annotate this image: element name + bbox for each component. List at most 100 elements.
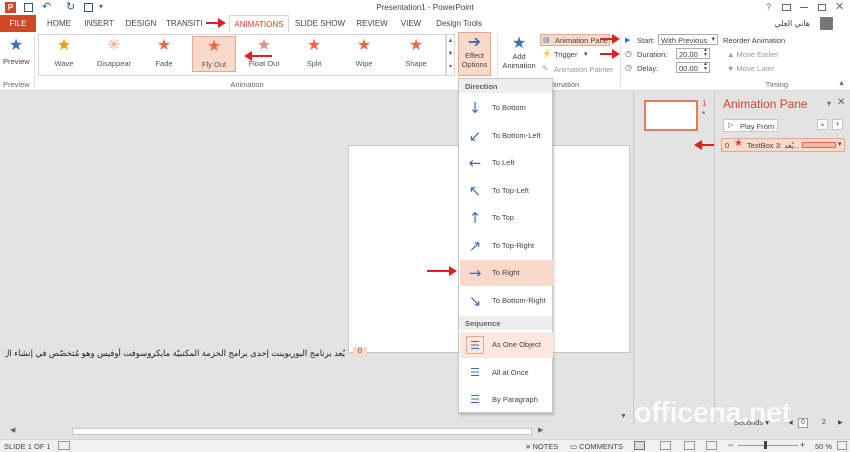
pane-options-icon[interactable]: ▾ — [827, 99, 831, 108]
annotation-arrow — [206, 18, 226, 28]
notes-button[interactable]: ≡ NOTES — [526, 442, 558, 451]
animation-list-item[interactable]: 0 ★ TextBox 3: يُعد... ▾ — [721, 138, 845, 152]
effect-wipe[interactable]: ★ Wipe — [342, 36, 386, 72]
add-animation-star-icon: ★ — [511, 33, 527, 52]
duration-label: Duration: — [637, 50, 668, 59]
slide-show-icon[interactable] — [706, 441, 717, 450]
help-icon[interactable]: ? — [766, 2, 771, 12]
user-name[interactable]: هاني العلي — [770, 15, 810, 32]
sequence-all-at-once[interactable]: ☰ All at Once — [460, 360, 553, 386]
effect-fade[interactable]: ★ Fade — [142, 36, 186, 72]
direction-to-top[interactable]: ↑ To Top — [460, 205, 553, 231]
reading-view-icon[interactable] — [684, 441, 695, 450]
slide-count: SLIDE 1 OF 1 — [4, 442, 51, 451]
zoom-in-icon[interactable]: + — [800, 440, 805, 450]
direction-to-top-right[interactable]: ↗ To Top-Right — [460, 233, 553, 259]
duration-stepper[interactable]: 20.00 ▲ ▼ — [676, 48, 710, 59]
comments-button[interactable]: ▭ COMMENTS — [570, 442, 623, 451]
play-from-button[interactable]: ▷ Play From — [723, 119, 778, 132]
tab-slide-show[interactable]: SLIDE SHOW — [294, 15, 346, 32]
direction-to-right[interactable]: → To Right — [460, 260, 553, 286]
ribbon-display-icon[interactable] — [782, 4, 791, 11]
direction-to-bottom[interactable]: ↓ To Bottom — [460, 95, 553, 121]
status-bar: SLIDE 1 OF 1 ≡ NOTES ▭ COMMENTS − + 50 % — [0, 439, 850, 452]
zoom-slider[interactable] — [738, 445, 798, 446]
delay-label: Delay: — [637, 64, 659, 73]
direction-to-top-left[interactable]: ↖ To Top-Left — [460, 178, 553, 204]
item-dropdown-icon[interactable]: ▾ — [838, 140, 842, 148]
effect-wave[interactable]: ★ Wave — [42, 36, 86, 72]
close-icon[interactable]: ✕ — [835, 0, 844, 13]
fit-slide-icon[interactable] — [837, 441, 847, 450]
annotation-arrow — [600, 34, 620, 44]
direction-to-left[interactable]: ← To Left — [460, 150, 553, 176]
delay-clock-icon: ◷ — [625, 63, 632, 72]
direction-label: To Bottom — [492, 103, 526, 112]
effect-disappear[interactable]: ✳ Disappear — [92, 36, 136, 72]
move-up-button[interactable]: ▲ — [817, 119, 828, 130]
tab-review[interactable]: REVIEW — [354, 15, 390, 32]
normal-view-icon[interactable] — [634, 441, 645, 450]
slide-thumbnail[interactable] — [644, 100, 698, 131]
effect-star-icon: ★ — [356, 37, 372, 54]
animation-pane-button[interactable]: ▤ Animation Pane — [540, 34, 610, 46]
horizontal-scrollbar[interactable]: ◀ ▶ — [10, 427, 546, 436]
restore-icon[interactable] — [818, 4, 826, 11]
effect-options-button[interactable]: ➔ Effect Options — [458, 32, 491, 76]
minimize-icon[interactable] — [800, 7, 808, 8]
effect-split[interactable]: ★ Split — [292, 36, 336, 72]
zoom-out-icon[interactable]: − — [728, 440, 733, 450]
effect-shape[interactable]: ★ Shape — [394, 36, 438, 72]
tab-insert[interactable]: INSERT — [80, 15, 118, 32]
tab-animations[interactable]: ANIMATIONS — [229, 15, 289, 32]
direction-arrow-icon: → — [468, 264, 482, 282]
animation-order-number: 0 — [725, 141, 730, 150]
start-select[interactable]: With Previous ▾ — [658, 34, 718, 45]
spell-check-icon[interactable] — [58, 441, 70, 450]
effect-float-out[interactable]: ★ Float Out — [242, 36, 286, 72]
zoom-level[interactable]: 50 % — [815, 442, 832, 451]
effect-label: Wipe — [355, 59, 373, 68]
tab-view[interactable]: VIEW — [396, 15, 426, 32]
zoom-slider-thumb[interactable] — [764, 441, 767, 449]
timeline-scroll-right-icon[interactable]: ▶ — [838, 419, 843, 426]
tab-file[interactable]: FILE — [0, 15, 36, 32]
stepper-arrows-icon[interactable]: ▲ ▼ — [703, 62, 708, 72]
sequence-by-paragraph[interactable]: ☰ By Paragraph — [460, 387, 553, 413]
group-divider — [34, 34, 35, 87]
trigger-button[interactable]: ⚡ Trigger ▾ — [542, 49, 602, 61]
move-earlier-button[interactable]: ▲ Move Earlier — [727, 50, 779, 59]
add-animation-button[interactable]: ★ Add Animation — [500, 34, 538, 78]
effect-label: Fade — [155, 59, 173, 68]
direction-to-bottom-right[interactable]: ↘ To Bottom-Right — [460, 288, 553, 314]
scroll-thumb[interactable] — [72, 428, 532, 435]
annotation-arrow — [694, 140, 714, 150]
add-animation-label-1: Add — [512, 52, 526, 61]
avatar[interactable] — [820, 17, 833, 30]
sequence-as-one-object[interactable]: ☰ As One Object — [460, 332, 553, 358]
preview-button[interactable]: ★ Preview — [3, 36, 30, 76]
move-later-button[interactable]: ▼ Move Later — [727, 64, 774, 73]
delay-value: 00.00 — [679, 64, 698, 73]
timeline-tick-0: 0 — [798, 418, 808, 428]
move-down-button[interactable]: ▼ — [832, 119, 843, 130]
direction-arrow-icon: ↓ — [468, 99, 482, 117]
stepper-arrows-icon[interactable]: ▲ ▼ — [703, 48, 708, 58]
scroll-left-icon[interactable]: ◀ — [10, 426, 15, 434]
gallery-scroll[interactable]: ▲ ▼ ▾ — [446, 34, 455, 76]
scroll-right-icon[interactable]: ▶ — [538, 426, 543, 434]
collapse-ribbon-icon[interactable]: ▲ — [838, 80, 845, 87]
slide-sorter-icon[interactable] — [660, 441, 671, 450]
direction-to-bottom-left[interactable]: ↙ To Bottom-Left — [460, 123, 553, 149]
tab-design-tools[interactable]: Design Tools — [432, 15, 486, 32]
effect-fly-out[interactable]: ★ Fly Out — [192, 36, 236, 72]
direction-label: To Right — [492, 268, 520, 277]
tab-home[interactable]: HOME — [40, 15, 78, 32]
pane-close-icon[interactable]: ✕ — [837, 97, 845, 108]
slide-text-box[interactable]: يُعد برنامج البوربوينت إحدى برامج الحزمة… — [5, 348, 345, 359]
tab-design[interactable]: DESIGN — [122, 15, 160, 32]
delay-stepper[interactable]: 00.00 ▲ ▼ — [676, 62, 710, 73]
thumbnail-scroll-down-icon[interactable]: ▼ — [620, 413, 627, 420]
effect-star-icon: ★ — [408, 37, 424, 54]
animation-painter-button[interactable]: ✎ Animation Painter — [542, 64, 618, 76]
